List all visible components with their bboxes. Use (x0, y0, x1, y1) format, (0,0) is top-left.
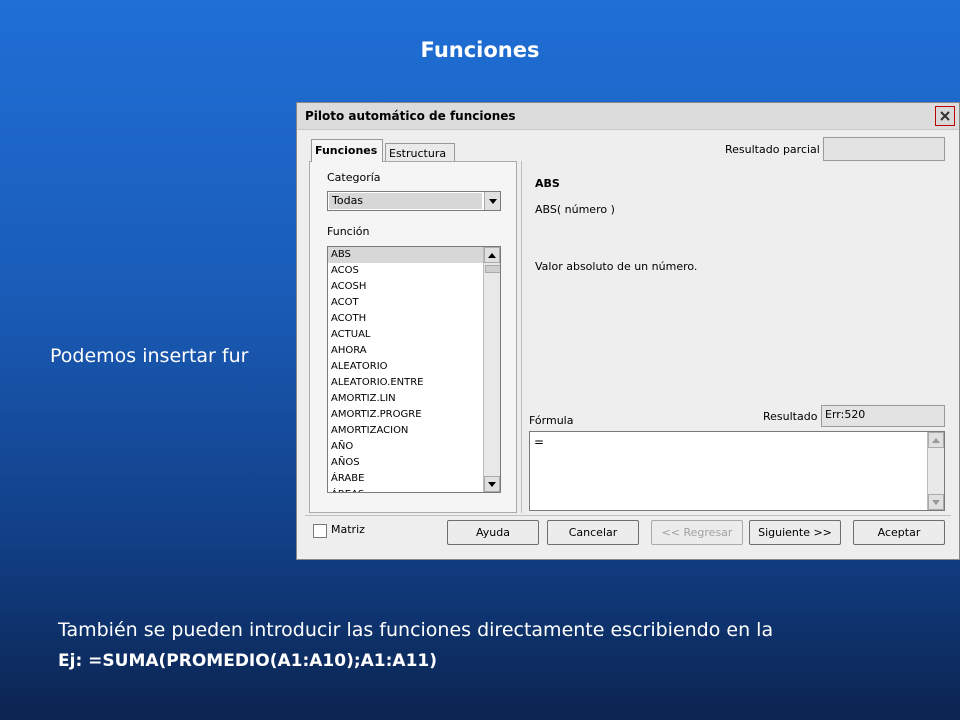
intro-text: Podemos insertar fur (50, 345, 249, 367)
chevron-up-icon (932, 437, 940, 443)
function-syntax: ABS( número ) (535, 203, 615, 216)
function-list-item[interactable]: AÑO (328, 439, 483, 455)
help-button-label: Ayuda (476, 526, 510, 539)
chevron-down-icon (932, 499, 940, 505)
cancel-button[interactable]: Cancelar (547, 520, 639, 545)
formula-text: = (534, 435, 545, 449)
partial-result-field (823, 137, 945, 161)
result-label: Resultado (763, 410, 818, 423)
function-list-item[interactable]: AMORTIZ.PROGRE (328, 407, 483, 423)
function-list-item[interactable]: AMORTIZ.LIN (328, 391, 483, 407)
result-field: Err:520 (821, 405, 945, 427)
scroll-up-button[interactable] (484, 247, 500, 263)
next-button[interactable]: Siguiente >> (749, 520, 841, 545)
function-list-item[interactable]: ACOTH (328, 311, 483, 327)
tab-funciones[interactable]: Funciones (311, 139, 383, 162)
function-label: Función (327, 225, 370, 238)
chevron-down-icon (488, 198, 497, 204)
help-button[interactable]: Ayuda (447, 520, 539, 545)
function-list-item[interactable]: ACOT (328, 295, 483, 311)
next-button-label: Siguiente >> (758, 526, 832, 539)
chevron-up-icon (488, 252, 496, 258)
ok-button[interactable]: Aceptar (853, 520, 945, 545)
category-value: Todas (329, 193, 482, 209)
function-list-items: ABS ACOS ACOSH ACOT ACOTH ACTUAL AHORA ALEATORI… (328, 247, 483, 492)
example-text: Ej: =SUMA(PROMEDIO(A1:A10);A1:A11) (58, 651, 438, 671)
function-list-scrollbar[interactable] (483, 247, 500, 492)
function-list-item[interactable]: AÑOS (328, 455, 483, 471)
scroll-thumb[interactable] (485, 265, 500, 273)
back-button-label: << Regresar (661, 526, 733, 539)
function-list-item[interactable]: ABS (328, 247, 483, 263)
tab-funciones-label: Funciones (315, 144, 378, 157)
close-icon (940, 111, 950, 121)
function-list-item[interactable]: AHORA (328, 343, 483, 359)
bottom-text: También se pueden introducir las funcion… (58, 619, 774, 641)
category-label: Categoría (327, 171, 381, 184)
function-list-item[interactable]: ACTUAL (328, 327, 483, 343)
button-row-divider (305, 515, 951, 516)
dialog-titlebar: Piloto automático de funciones (297, 103, 959, 130)
formula-label: Fórmula (529, 414, 574, 427)
formula-scroll-down-button[interactable] (928, 494, 944, 510)
cancel-button-label: Cancelar (568, 526, 618, 539)
dialog-title: Piloto automático de funciones (305, 109, 516, 123)
function-list-item[interactable]: AMORTIZACION (328, 423, 483, 439)
function-list-item[interactable]: ALEATORIO.ENTRE (328, 375, 483, 391)
function-list-item[interactable]: ALEATORIO (328, 359, 483, 375)
slide-title: Funciones (420, 38, 540, 62)
tab-estructura-label: Estructura (389, 147, 447, 160)
function-list[interactable]: ABS ACOS ACOSH ACOT ACOTH ACTUAL AHORA ALEATORI… (327, 246, 501, 493)
formula-scrollbar[interactable] (927, 432, 944, 510)
matrix-checkbox[interactable] (313, 524, 327, 538)
function-name: ABS (535, 177, 560, 190)
function-list-item[interactable]: ÁREAS (328, 487, 483, 492)
back-button[interactable]: << Regresar (651, 520, 743, 545)
function-list-item[interactable]: ACOS (328, 263, 483, 279)
scroll-down-button[interactable] (484, 476, 500, 492)
function-wizard-dialog: Piloto automático de funciones Funciones… (296, 102, 960, 560)
formula-scroll-up-button[interactable] (928, 432, 944, 448)
ok-button-label: Aceptar (877, 526, 921, 539)
panel-separator (521, 161, 522, 513)
function-list-item[interactable]: ÁRABE (328, 471, 483, 487)
close-button[interactable] (935, 106, 955, 126)
chevron-down-icon (488, 481, 496, 487)
partial-result-label: Resultado parcial (725, 143, 820, 156)
function-list-item[interactable]: ACOSH (328, 279, 483, 295)
matrix-label: Matriz (331, 523, 365, 536)
tab-estructura[interactable]: Estructura (385, 143, 455, 162)
category-select[interactable]: Todas (327, 191, 501, 211)
formula-textarea[interactable]: = (529, 431, 945, 511)
function-description: Valor absoluto de un número. (535, 260, 698, 273)
category-dropdown-button[interactable] (484, 192, 500, 210)
